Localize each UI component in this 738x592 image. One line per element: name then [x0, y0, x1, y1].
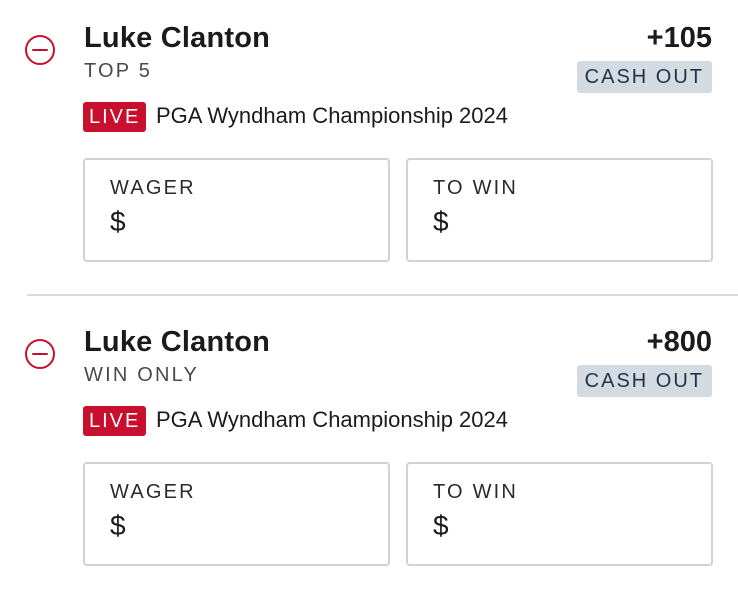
player-name: Luke Clanton [84, 326, 271, 358]
odds: +800 [646, 326, 712, 358]
bet-card: Luke Clanton TOP 5 +105 CASH OUT LIVE PG… [0, 0, 738, 280]
to-win-currency: $ [433, 510, 449, 541]
wager-input[interactable]: WAGER $ [83, 158, 390, 262]
live-badge: LIVE [83, 406, 147, 436]
minus-circle-icon [25, 35, 55, 65]
wager-currency: $ [110, 206, 126, 237]
to-win-currency: $ [433, 206, 449, 237]
to-win-label: TO WIN [433, 177, 519, 199]
bet-card: Luke Clanton WIN ONLY +800 CASH OUT LIVE… [0, 304, 738, 584]
remove-bet-button[interactable] [24, 338, 56, 370]
event-name: PGA Wyndham Championship 2024 [156, 103, 508, 128]
event-name: PGA Wyndham Championship 2024 [156, 407, 508, 432]
live-badge: LIVE [83, 102, 147, 132]
odds: +105 [646, 22, 712, 54]
bet-slip: Luke Clanton TOP 5 +105 CASH OUT LIVE PG… [0, 0, 738, 592]
wager-input[interactable]: WAGER $ [83, 462, 390, 566]
player-name: Luke Clanton [84, 22, 271, 54]
bet-type: WIN ONLY [84, 364, 200, 386]
cash-out-button[interactable]: CASH OUT [576, 365, 712, 397]
to-win-input[interactable]: TO WIN $ [406, 158, 713, 262]
remove-bet-button[interactable] [24, 34, 56, 66]
bet-type: TOP 5 [84, 60, 153, 82]
bet-divider [27, 294, 738, 296]
wager-currency: $ [110, 510, 126, 541]
minus-circle-icon [25, 339, 55, 369]
to-win-label: TO WIN [433, 481, 519, 503]
to-win-input[interactable]: TO WIN $ [406, 462, 713, 566]
cash-out-button[interactable]: CASH OUT [576, 61, 712, 93]
wager-label: WAGER [110, 481, 196, 503]
wager-label: WAGER [110, 177, 196, 199]
